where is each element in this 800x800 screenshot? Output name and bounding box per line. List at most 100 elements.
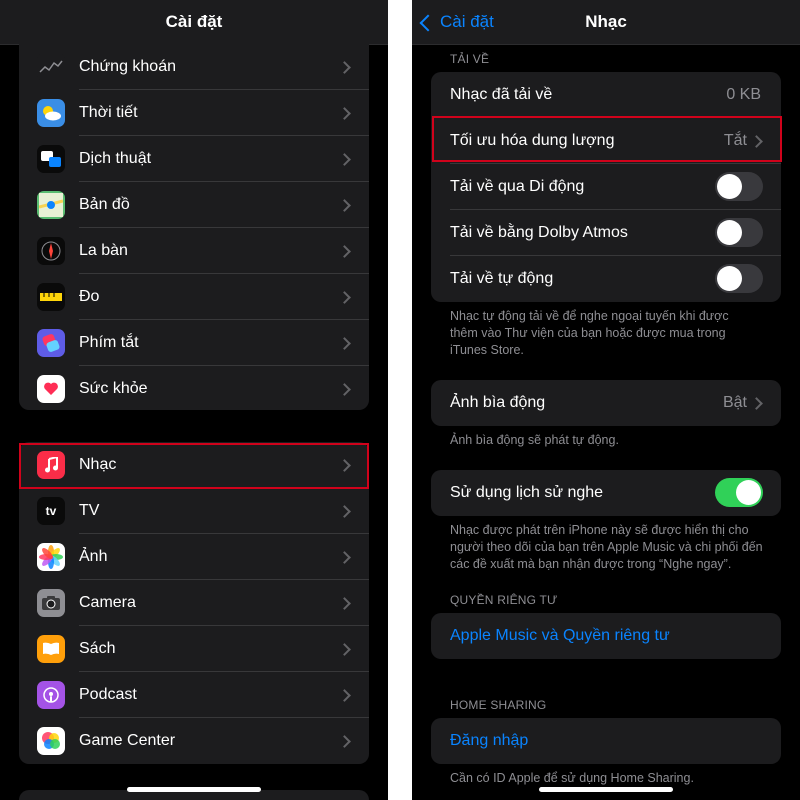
settings-row-podcast[interactable]: Podcast [19,672,369,718]
measure-icon [37,283,65,311]
animated-art-label: Ảnh bìa động [450,394,546,411]
toggle-knob [717,174,742,199]
listening-history-group: Sử dụng lịch sử nghe [431,470,781,516]
navigation-bar: Cài đặt Nhạc [412,0,800,45]
home-indicator [127,787,261,792]
shortcuts-icon [37,329,65,357]
settings-group-media: Nhạc tv TV Ảnh Camera Sách Podcast Game Center [19,442,369,764]
settings-row-photos[interactable]: Ảnh [19,534,369,580]
chevron-right-icon [338,735,351,748]
animated-art-value: Bật [722,394,747,411]
chevron-right-icon [338,383,351,396]
chevron-right-icon [750,397,763,410]
auto-download-toggle[interactable] [715,264,763,293]
weather-icon [37,99,65,127]
downloaded-music-row[interactable]: Nhạc đã tải về 0 KB [431,72,781,118]
settings-row-label: Nhạc [79,456,117,473]
downloads-group: Nhạc đã tải về 0 KB Tối ưu hóa dung lượn… [431,72,781,302]
books-icon [37,635,65,663]
home-sharing-footer: Cần có ID Apple để sử dụng Home Sharing. [450,771,694,785]
listening-history-footer: Nhạc được phát trên iPhone này sẽ được h… [450,523,763,571]
settings-row-label: Sức khỏe [79,380,148,397]
settings-row-label: La bàn [79,242,128,259]
optimize-storage-row[interactable]: Tối ưu hóa dung lượng Tắt [431,118,781,164]
chevron-right-icon [338,107,351,120]
settings-row-compass[interactable]: La bàn [19,228,369,274]
animated-art-row[interactable]: Ảnh bìa động Bật [431,380,781,426]
camera-icon [37,589,65,617]
chevron-right-icon [750,135,763,148]
chevron-right-icon [338,337,351,350]
settings-row-label: Game Center [79,732,176,749]
auto-download-row: Tải về tự động [431,256,781,302]
animated-art-group: Ảnh bìa động Bật [431,380,781,426]
podcast-icon [37,681,65,709]
navigation-bar: Cài đặt [0,0,388,45]
chevron-right-icon [338,551,351,564]
music-settings-panel: Cài đặt Nhạc TẢI VỀ Nhạc đã tải về 0 KB … [412,0,800,800]
settings-panel: Cài đặt Chứng khoán Thời tiết Dịch thuật Bả… [0,0,388,800]
downloaded-music-value: 0 KB [726,86,761,103]
privacy-link[interactable]: Apple Music và Quyền riêng tư [450,627,670,645]
sign-in-row[interactable]: Đăng nhập [431,718,781,764]
settings-group-apps: Chứng khoán Thời tiết Dịch thuật Bản đồ La b… [19,44,369,410]
cellular-download-label: Tải về qua Di động [450,178,585,195]
settings-row-weather[interactable]: Thời tiết [19,90,369,136]
chevron-right-icon [338,291,351,304]
settings-row-tv[interactable]: tv TV [19,488,369,534]
privacy-link-row[interactable]: Apple Music và Quyền riêng tư [431,613,781,659]
section-header-downloads: TẢI VỀ [450,52,490,66]
tv-icon: tv [37,497,65,525]
settings-row-label: TV [79,502,100,519]
translate-icon [37,145,65,173]
page-title: Cài đặt [165,12,223,31]
home-sharing-group: Đăng nhập [431,718,781,764]
listening-history-toggle[interactable] [715,478,763,507]
chevron-right-icon [338,153,351,166]
downloads-footer: Nhạc tự động tải về để nghe ngoại tuyến … [450,309,729,357]
sign-in-link[interactable]: Đăng nhập [450,732,528,750]
chevron-right-icon [338,199,351,212]
game-center-icon [37,727,65,755]
settings-row-music[interactable]: Nhạc [19,442,369,488]
settings-row-books[interactable]: Sách [19,626,369,672]
settings-row-camera[interactable]: Camera [19,580,369,626]
settings-row-game-center[interactable]: Game Center [19,718,369,764]
chevron-right-icon [338,459,351,472]
settings-row-measure[interactable]: Đo [19,274,369,320]
section-header-home-sharing: HOME SHARING [450,698,547,712]
toggle-knob [717,266,742,291]
section-header-privacy: QUYỀN RIÊNG TƯ [450,593,558,607]
settings-row-label: Dịch thuật [79,150,152,167]
tv-icon-text: tv [45,504,57,518]
settings-row-translate[interactable]: Dịch thuật [19,136,369,182]
listening-history-label: Sử dụng lịch sử nghe [450,484,604,501]
privacy-group: Apple Music và Quyền riêng tư [431,613,781,659]
settings-row-label: Thời tiết [79,104,138,121]
page-title: Nhạc [585,12,627,31]
auto-download-label: Tải về tự động [450,270,554,287]
compass-icon [37,237,65,265]
settings-row-stocks[interactable]: Chứng khoán [19,44,369,90]
toggle-knob [717,220,742,245]
settings-row-label: Đo [79,288,100,305]
chevron-right-icon [338,61,351,74]
music-icon [37,451,65,479]
animated-art-footer: Ảnh bìa động sẽ phát tự động. [450,433,619,447]
settings-row-label: Camera [79,594,136,611]
settings-row-health[interactable]: Sức khỏe [19,366,369,410]
cellular-download-toggle[interactable] [715,172,763,201]
settings-row-shortcuts[interactable]: Phím tắt [19,320,369,366]
dolby-download-label: Tải về bằng Dolby Atmos [450,224,628,241]
settings-row-label: Sách [79,640,116,657]
optimize-storage-value: Tắt [723,132,747,149]
photos-icon [37,543,65,571]
stocks-icon [37,53,65,81]
panel-divider [388,0,412,800]
toggle-knob [736,480,761,505]
downloaded-music-label: Nhạc đã tải về [450,86,553,103]
dolby-download-toggle[interactable] [715,218,763,247]
cellular-download-row: Tải về qua Di động [431,164,781,210]
dolby-download-row: Tải về bằng Dolby Atmos [431,210,781,256]
settings-row-maps[interactable]: Bản đồ [19,182,369,228]
